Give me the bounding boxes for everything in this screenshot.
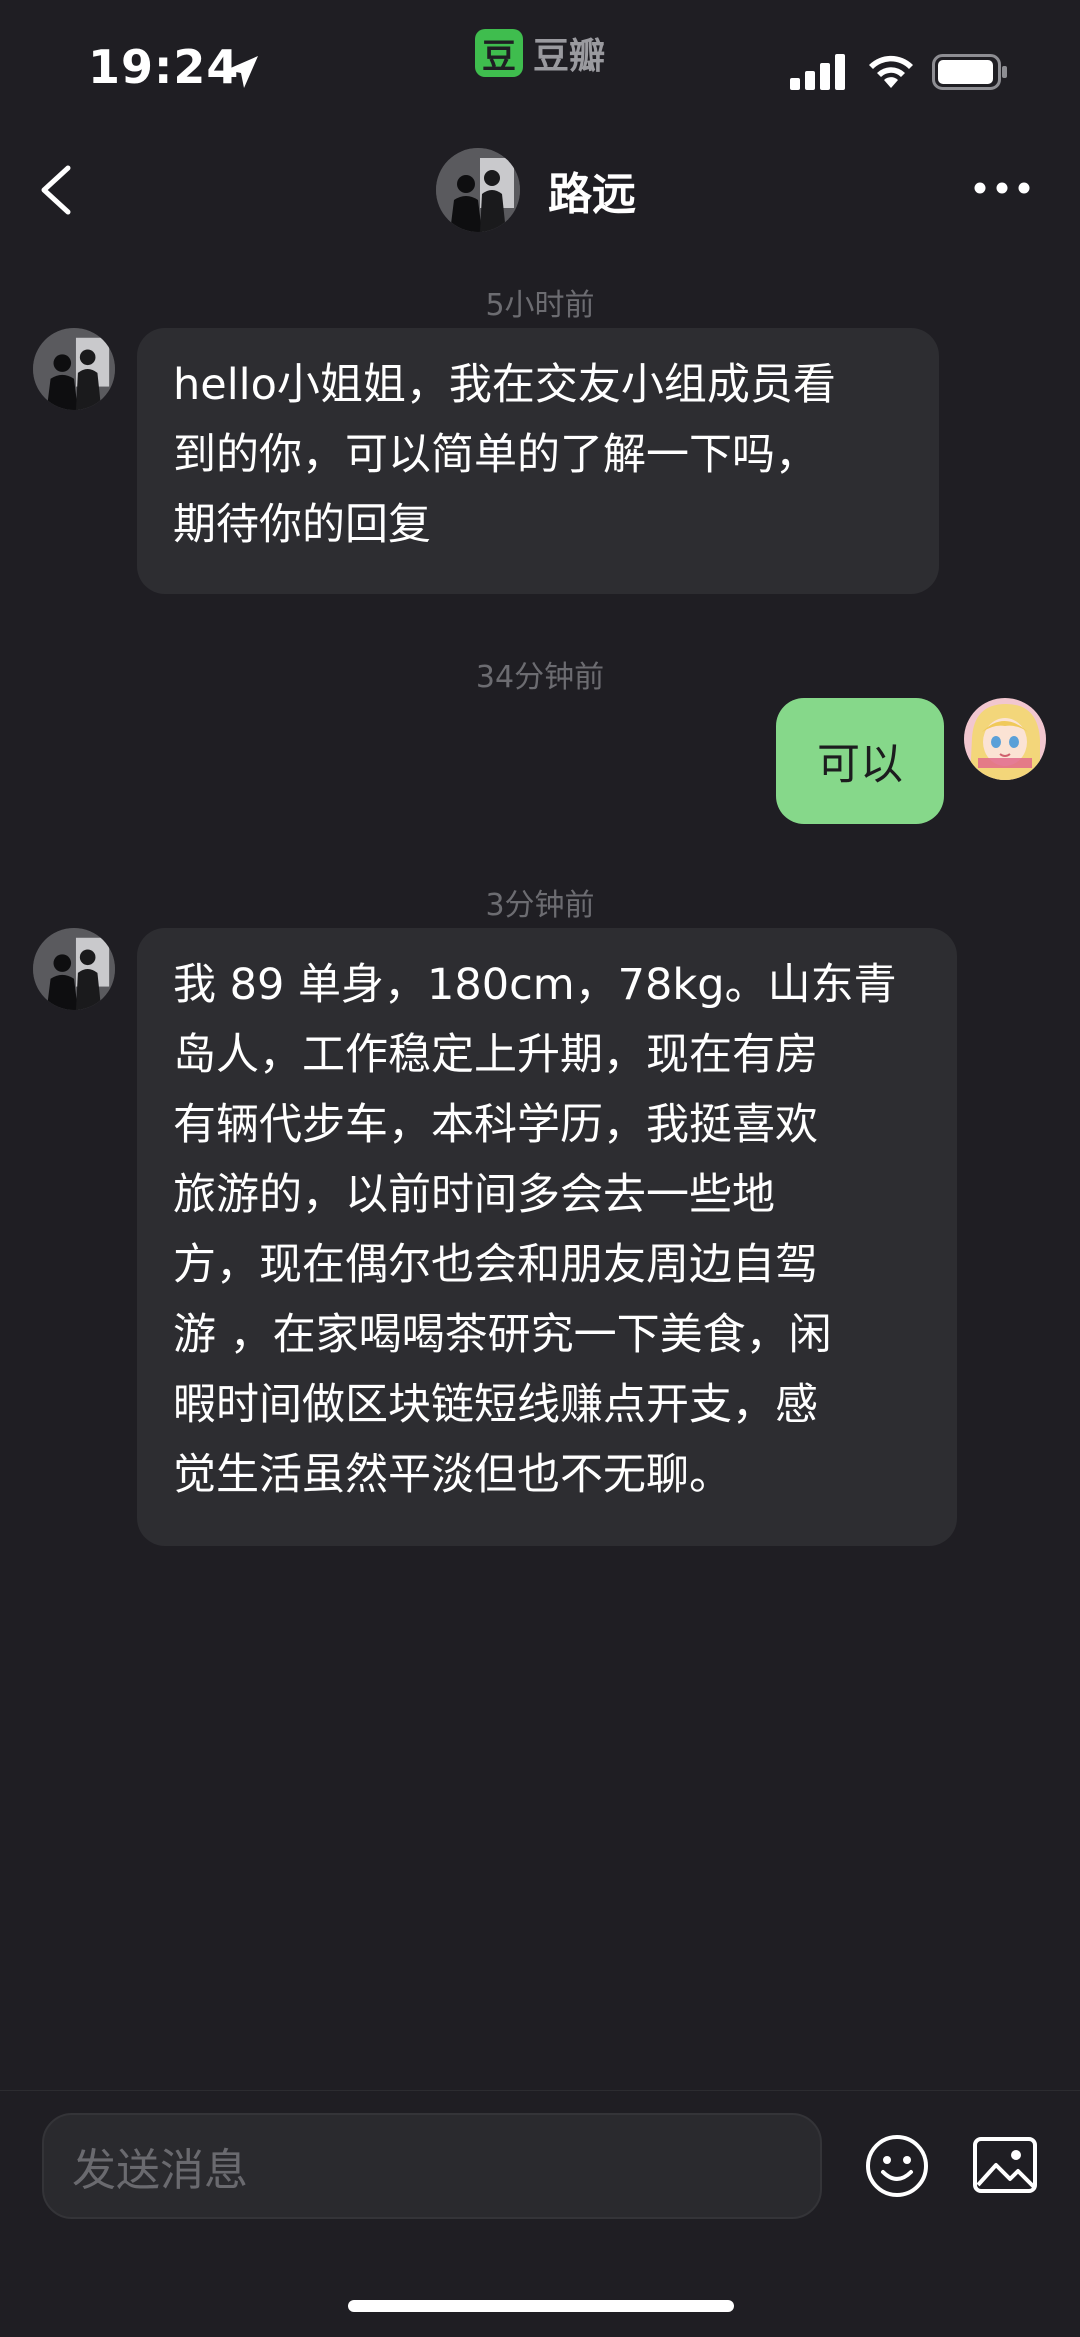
- battery-icon: [932, 54, 1007, 90]
- message-timestamp: 5小时前: [485, 288, 595, 323]
- home-indicator[interactable]: [348, 2300, 734, 2312]
- message-text: 可以: [817, 740, 903, 790]
- sender-avatar[interactable]: [33, 328, 115, 410]
- location-arrow-icon: [226, 56, 258, 88]
- message-line: 方，现在偶尔也会和朋友周边自驾: [173, 1240, 818, 1290]
- message-line: 岛人，工作稳定上升期，现在有房: [173, 1030, 818, 1080]
- message-line: 我 89 单身，180cm，78kg。山东青: [173, 960, 897, 1010]
- message-line: 暇时间做区块链短线赚点开支，感: [173, 1380, 818, 1430]
- contact-name: 路远: [548, 169, 636, 220]
- chat-header: 路远: [0, 140, 1080, 240]
- more-dots-icon[interactable]: [970, 168, 1034, 208]
- message-input[interactable]: 发送消息: [42, 2113, 822, 2219]
- message-bubble-received[interactable]: 我 89 单身，180cm，78kg。山东青 岛人，工作稳定上升期，现在有房 有…: [137, 928, 957, 1546]
- message-line: 期待你的回复: [173, 500, 431, 550]
- message-line: hello小姐姐，我在交友小组成员看: [173, 360, 836, 410]
- message-line: 到的你，可以简单的了解一下吗，: [173, 430, 818, 480]
- status-time: 19:24: [88, 40, 240, 94]
- back-chevron-icon[interactable]: [30, 158, 90, 222]
- app-return-badge[interactable]: 豆 豆瓣: [475, 28, 605, 78]
- douban-logo-icon: 豆: [475, 29, 523, 77]
- message-line: 有辆代步车，本科学历，我挺喜欢: [173, 1100, 818, 1150]
- cellular-signal-icon: [790, 54, 845, 90]
- message-line: 旅游的，以前时间多会去一些地: [173, 1170, 775, 1220]
- message-bubble-sent[interactable]: 可以: [776, 698, 944, 824]
- message-line: 游 ，在家喝喝茶研究一下美食，闲: [173, 1310, 832, 1360]
- sender-avatar[interactable]: [33, 928, 115, 1010]
- chat-screen: 19:24 豆 豆瓣 路远 5小时前 hello小姐姐，我在交友小组成员看 到的…: [0, 0, 1080, 2337]
- message-timestamp: 34分钟前: [475, 660, 605, 695]
- emoji-icon[interactable]: [864, 2133, 930, 2199]
- contact-info[interactable]: 路远: [436, 148, 636, 232]
- app-name: 豆瓣: [533, 36, 606, 77]
- contact-avatar[interactable]: [436, 148, 520, 232]
- status-bar: 19:24 豆 豆瓣: [0, 0, 1080, 130]
- my-avatar[interactable]: [964, 698, 1046, 780]
- message-line: 觉生活虽然平淡但也不无聊。: [173, 1450, 732, 1500]
- message-bubble-received[interactable]: hello小姐姐，我在交友小组成员看 到的你，可以简单的了解一下吗， 期待你的回…: [137, 328, 939, 594]
- message-input-placeholder: 发送消息: [72, 2145, 248, 2196]
- message-timestamp: 3分钟前: [485, 888, 595, 923]
- image-icon[interactable]: [972, 2135, 1038, 2195]
- wifi-icon: [869, 55, 913, 88]
